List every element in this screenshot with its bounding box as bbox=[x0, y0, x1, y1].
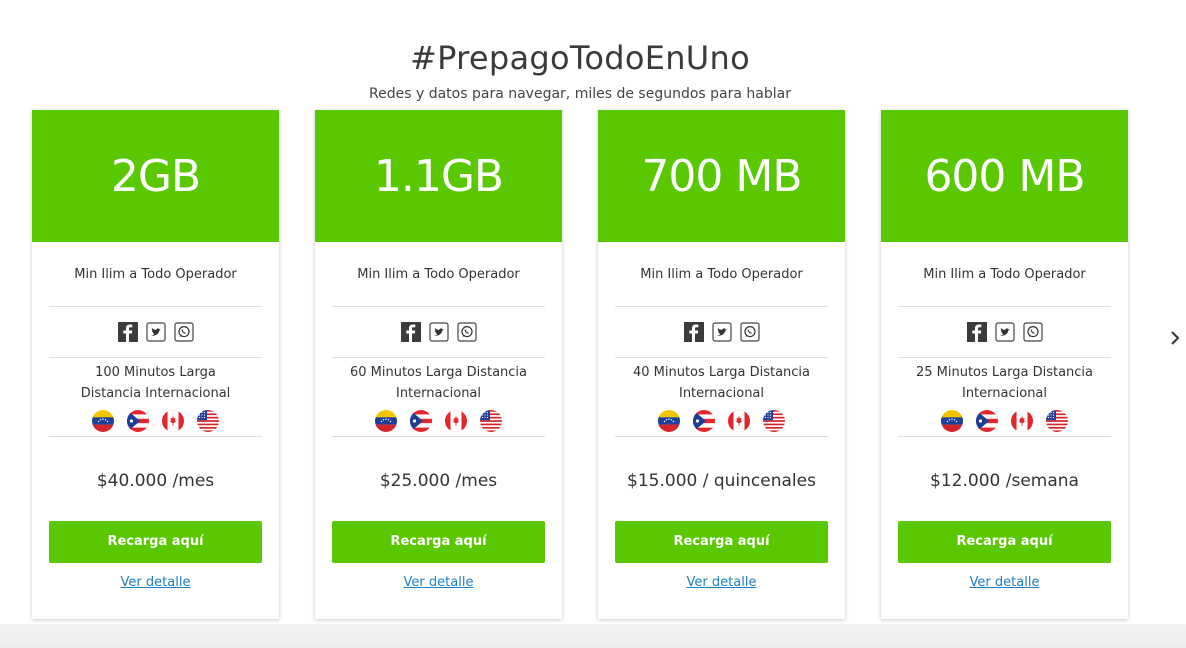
page-title: #PrepagoTodoEnUno bbox=[410, 39, 750, 78]
venezuela-flag-icon bbox=[375, 410, 397, 432]
recharge-button[interactable]: Recarga aquí bbox=[332, 521, 545, 563]
long-distance-minutes: 25 Minutos Larga Distancia Internacional bbox=[915, 365, 1094, 401]
long-distance-block: 40 Minutos Larga Distancia Internacional bbox=[615, 358, 828, 437]
recharge-button[interactable]: Recarga aquí bbox=[49, 521, 262, 563]
canada-flag-icon bbox=[1011, 410, 1033, 432]
plan-minutes: Min Ilim a Todo Operador bbox=[49, 242, 262, 307]
twitter-icon bbox=[145, 322, 166, 342]
twitter-icon bbox=[711, 322, 732, 342]
plan-data-amount: 600 MB bbox=[881, 110, 1128, 242]
plan-price: $15.000 / quincenales bbox=[627, 471, 816, 491]
country-flags bbox=[49, 410, 262, 432]
puerto-rico-flag-icon bbox=[410, 410, 432, 432]
facebook-icon bbox=[966, 322, 987, 342]
long-distance-minutes: 60 Minutos Larga Distancia Internacional bbox=[349, 365, 528, 401]
plan-minutes: Min Ilim a Todo Operador bbox=[332, 242, 545, 307]
twitter-icon bbox=[994, 322, 1015, 342]
venezuela-flag-icon bbox=[941, 410, 963, 432]
whatsapp-icon bbox=[739, 322, 760, 342]
view-detail-link[interactable]: Ver detalle bbox=[898, 575, 1111, 590]
country-flags bbox=[332, 410, 545, 432]
facebook-icon bbox=[400, 322, 421, 342]
usa-flag-icon bbox=[1046, 410, 1068, 432]
plan-card-1: 2GB Min Ilim a Todo Operador 100 Minutos… bbox=[32, 110, 279, 619]
puerto-rico-flag-icon bbox=[693, 410, 715, 432]
plan-card-2: 1.1GB Min Ilim a Todo Operador 60 Minuto… bbox=[315, 110, 562, 619]
view-detail-link[interactable]: Ver detalle bbox=[49, 575, 262, 590]
plan-card-3: 700 MB Min Ilim a Todo Operador 40 Minut… bbox=[598, 110, 845, 619]
plan-price: $12.000 /semana bbox=[930, 471, 1079, 491]
canada-flag-icon bbox=[728, 410, 750, 432]
social-icons-row bbox=[49, 307, 262, 358]
long-distance-minutes: 40 Minutos Larga Distancia Internacional bbox=[632, 365, 811, 401]
country-flags bbox=[615, 410, 828, 432]
whatsapp-icon bbox=[1022, 322, 1043, 342]
plan-minutes: Min Ilim a Todo Operador bbox=[898, 242, 1111, 307]
recharge-button[interactable]: Recarga aquí bbox=[898, 521, 1111, 563]
page-subtitle: Redes y datos para navegar, miles de seg… bbox=[369, 86, 791, 102]
plan-card-4: 600 MB Min Ilim a Todo Operador 25 Minut… bbox=[881, 110, 1128, 619]
long-distance-block: 25 Minutos Larga Distancia Internacional bbox=[898, 358, 1111, 437]
page: #PrepagoTodoEnUno Redes y datos para nav… bbox=[0, 0, 1186, 648]
usa-flag-icon bbox=[197, 410, 219, 432]
footer-band bbox=[0, 624, 1186, 648]
venezuela-flag-icon bbox=[92, 410, 114, 432]
long-distance-minutes: 100 Minutos Larga Distancia Internaciona… bbox=[80, 365, 231, 401]
social-icons-row bbox=[615, 307, 828, 358]
twitter-icon bbox=[428, 322, 449, 342]
canada-flag-icon bbox=[445, 410, 467, 432]
whatsapp-icon bbox=[456, 322, 477, 342]
social-icons-row bbox=[898, 307, 1111, 358]
facebook-icon bbox=[683, 322, 704, 342]
plan-data-amount: 2GB bbox=[32, 110, 279, 242]
long-distance-block: 100 Minutos Larga Distancia Internaciona… bbox=[49, 358, 262, 437]
view-detail-link[interactable]: Ver detalle bbox=[332, 575, 545, 590]
puerto-rico-flag-icon bbox=[127, 410, 149, 432]
usa-flag-icon bbox=[480, 410, 502, 432]
canada-flag-icon bbox=[162, 410, 184, 432]
plan-data-amount: 700 MB bbox=[598, 110, 845, 242]
plan-data-amount: 1.1GB bbox=[315, 110, 562, 242]
view-detail-link[interactable]: Ver detalle bbox=[615, 575, 828, 590]
plan-price: $25.000 /mes bbox=[379, 471, 498, 491]
recharge-button[interactable]: Recarga aquí bbox=[615, 521, 828, 563]
venezuela-flag-icon bbox=[658, 410, 680, 432]
chevron-right-icon[interactable] bbox=[1167, 328, 1183, 352]
whatsapp-icon bbox=[173, 322, 194, 342]
country-flags bbox=[898, 410, 1111, 432]
social-icons-row bbox=[332, 307, 545, 358]
usa-flag-icon bbox=[763, 410, 785, 432]
facebook-icon bbox=[117, 322, 138, 342]
puerto-rico-flag-icon bbox=[976, 410, 998, 432]
plan-minutes: Min Ilim a Todo Operador bbox=[615, 242, 828, 307]
long-distance-block: 60 Minutos Larga Distancia Internacional bbox=[332, 358, 545, 437]
plan-price: $40.000 /mes bbox=[96, 471, 215, 491]
